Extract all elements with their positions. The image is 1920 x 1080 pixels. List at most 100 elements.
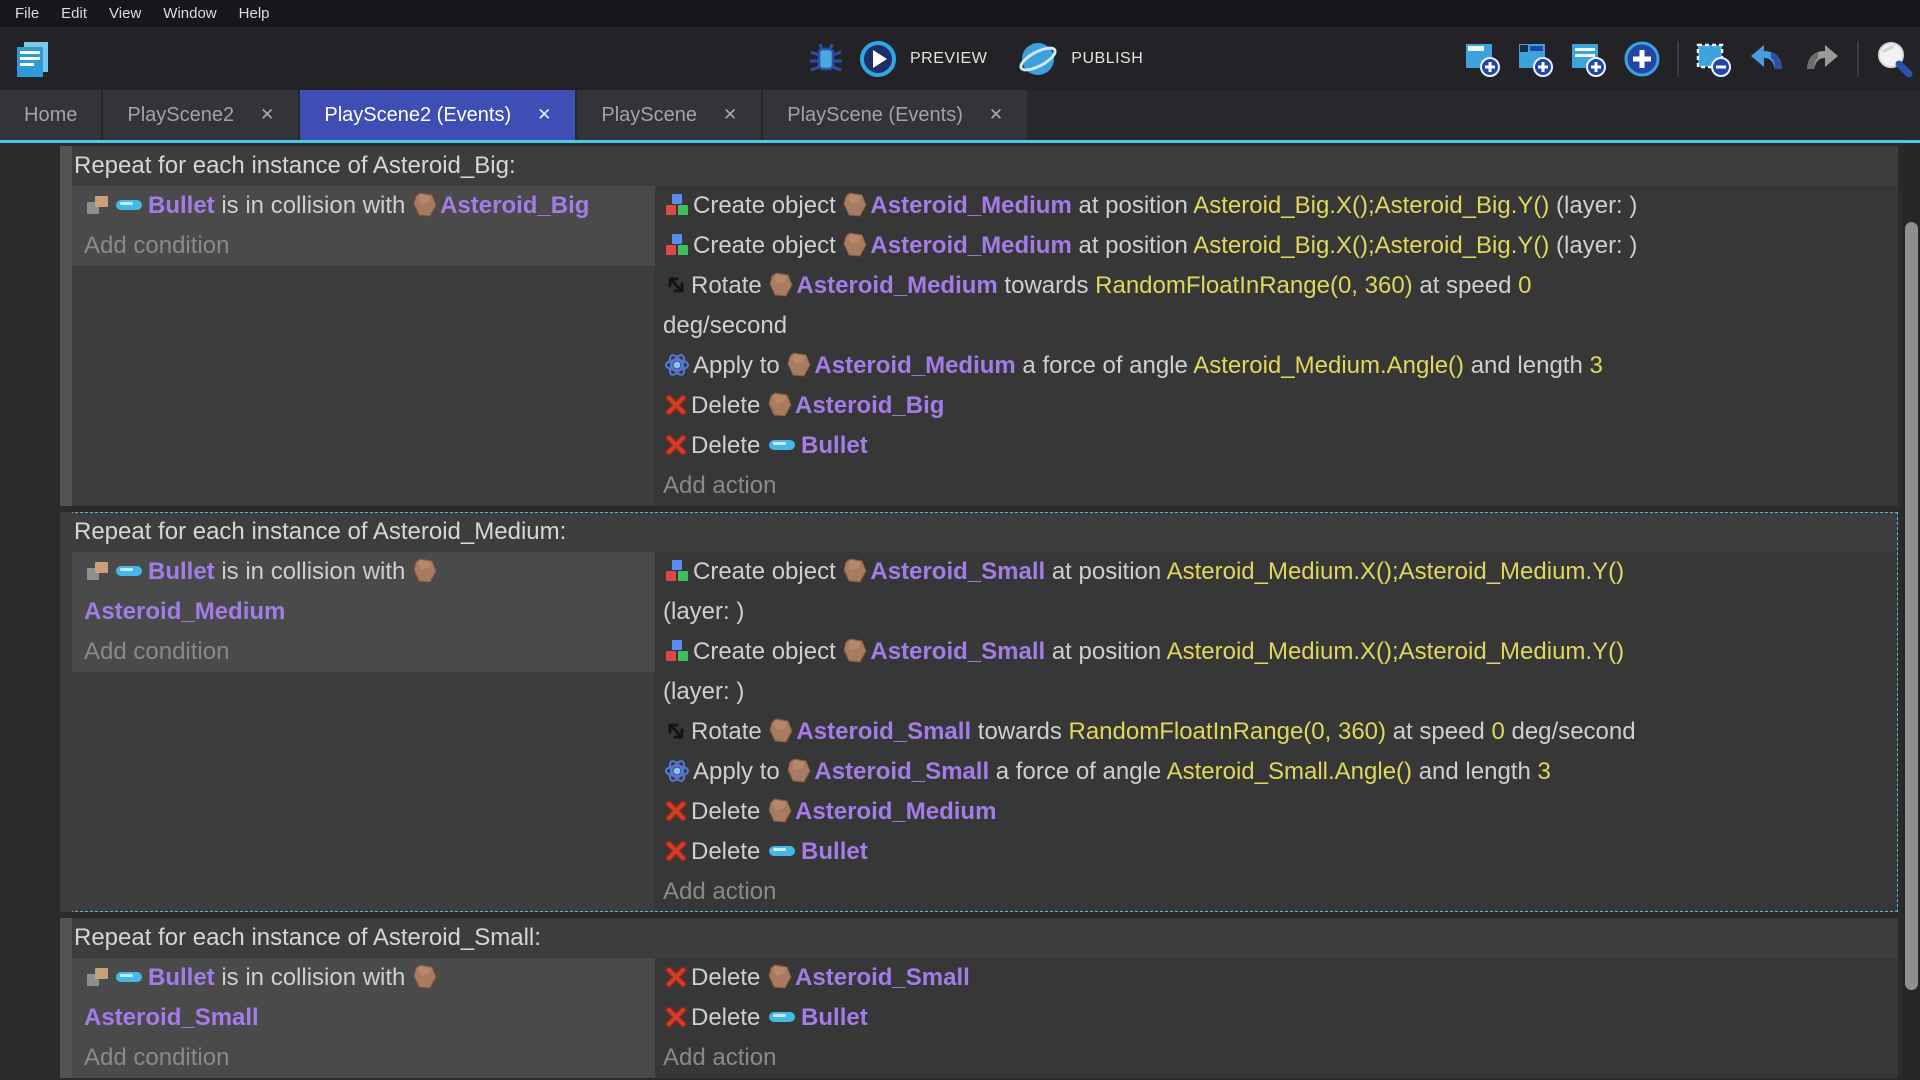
text-segment: Create object xyxy=(693,638,842,665)
tab-close-icon[interactable]: ✕ xyxy=(537,105,551,125)
action-row[interactable]: Create object Asteroid_Small at position… xyxy=(663,552,1898,632)
action-row[interactable]: Rotate Asteroid_Medium towards RandomFlo… xyxy=(663,266,1898,346)
tab-playscene2-events-[interactable]: PlayScene2 (Events)✕ xyxy=(300,90,575,140)
tab-playscene-events-[interactable]: PlayScene (Events)✕ xyxy=(763,90,1027,140)
asteroid-icon xyxy=(769,718,793,744)
add-comment-icon[interactable] xyxy=(1569,40,1607,78)
rotate-icon xyxy=(664,719,688,743)
condition-row[interactable]: Bullet is in collision with Asteroid_Big xyxy=(84,186,655,226)
event-block[interactable]: Repeat for each instance of Asteroid_Big… xyxy=(60,146,1898,506)
undo-icon[interactable] xyxy=(1747,41,1787,77)
create-icon xyxy=(664,232,690,258)
action-row[interactable]: Delete Bullet xyxy=(663,426,1898,466)
add-action-button[interactable]: Add action xyxy=(663,872,1898,912)
text-segment: Bullet xyxy=(148,192,215,219)
text-segment: RandomFloatInRange(0, 360) xyxy=(1095,272,1413,299)
asteroid-icon xyxy=(843,638,867,664)
action-row[interactable]: Delete Asteroid_Medium xyxy=(663,792,1898,832)
event-block[interactable]: Repeat for each instance of Asteroid_Med… xyxy=(60,512,1898,912)
text-segment: Asteroid_Medium xyxy=(870,192,1071,219)
action-row[interactable]: Delete Bullet xyxy=(663,998,1898,1038)
redo-icon[interactable] xyxy=(1802,41,1842,77)
action-row[interactable]: Rotate Asteroid_Small towards RandomFloa… xyxy=(663,712,1898,752)
action-row[interactable]: Create object Asteroid_Medium at positio… xyxy=(663,186,1898,226)
force-icon xyxy=(664,352,690,378)
action-row[interactable]: Delete Bullet xyxy=(663,832,1898,872)
add-condition-button[interactable]: Add condition xyxy=(84,632,655,672)
action-row[interactable]: Create object Asteroid_Small at position… xyxy=(663,632,1898,712)
bullet-icon xyxy=(115,197,145,213)
menu-item-view[interactable]: View xyxy=(98,0,152,27)
add-action-button[interactable]: Add action xyxy=(663,1038,1898,1078)
action-row[interactable]: Delete Asteroid_Big xyxy=(663,386,1898,426)
action-row[interactable]: Apply to Asteroid_Small a force of angle… xyxy=(663,752,1898,792)
asteroid-icon xyxy=(787,352,811,378)
text-segment: Asteroid_Small xyxy=(870,558,1045,585)
event-repeat-header[interactable]: Repeat for each instance of Asteroid_Big… xyxy=(72,146,1898,186)
publish-label[interactable]: PUBLISH xyxy=(1071,50,1143,68)
add-subevent-icon[interactable] xyxy=(1516,40,1554,78)
text-segment: at position xyxy=(1072,192,1193,219)
event-block[interactable]: Repeat for each instance of Asteroid_Sma… xyxy=(60,918,1898,1078)
remove-event-icon[interactable] xyxy=(1694,40,1732,78)
text-segment: Bullet xyxy=(801,432,868,459)
text-segment: Asteroid_Big xyxy=(795,392,944,419)
toolbar-separator xyxy=(1677,41,1679,77)
text-segment: Asteroid_Small xyxy=(84,1004,259,1031)
text-segment: a force of angle xyxy=(989,758,1166,785)
condition-line: Bullet is in collision with Asteroid_Big xyxy=(84,186,655,226)
add-condition-button[interactable]: Add condition xyxy=(84,1038,655,1078)
collision-icon xyxy=(85,193,111,217)
bullet-icon xyxy=(115,969,145,985)
tab-playscene2[interactable]: PlayScene2✕ xyxy=(103,90,298,140)
condition-row[interactable]: Bullet is in collision with Asteroid_Sma… xyxy=(84,958,655,1038)
action-row[interactable]: Apply to Asteroid_Medium a force of angl… xyxy=(663,346,1898,386)
preview-label[interactable]: PREVIEW xyxy=(910,50,987,68)
event-repeat-header[interactable]: Repeat for each instance of Asteroid_Sma… xyxy=(72,918,1898,958)
event-drag-handle[interactable] xyxy=(60,918,72,1078)
collision-icon xyxy=(85,965,111,989)
text-segment: (layer: ) xyxy=(663,678,744,705)
tab-close-icon[interactable]: ✕ xyxy=(723,105,737,125)
event-drag-handle[interactable] xyxy=(60,512,72,912)
conditions-column: Bullet is in collision with Asteroid_Big… xyxy=(72,186,655,506)
vertical-scrollbar xyxy=(1903,143,1920,1080)
action-row[interactable]: Delete Asteroid_Small xyxy=(663,958,1898,998)
event-repeat-header[interactable]: Repeat for each instance of Asteroid_Med… xyxy=(72,512,1898,552)
text-segment: Asteroid_Medium.X();Asteroid_Medium.Y() xyxy=(1167,638,1625,665)
debug-icon[interactable] xyxy=(806,39,846,79)
event-drag-handle[interactable] xyxy=(60,146,72,506)
text-segment: towards xyxy=(998,272,1095,299)
publish-planet-icon[interactable] xyxy=(1017,38,1059,80)
add-event-icon[interactable] xyxy=(1463,40,1501,78)
menu-item-window[interactable]: Window xyxy=(152,0,227,27)
text-segment: at position xyxy=(1045,638,1166,665)
search-icon[interactable] xyxy=(1874,39,1914,79)
text-segment: Bullet xyxy=(148,964,215,991)
add-action-button[interactable]: Add action xyxy=(663,466,1898,506)
scrollbar-thumb[interactable] xyxy=(1905,222,1918,990)
tab-playscene[interactable]: PlayScene✕ xyxy=(577,90,761,140)
condition-line: Bullet is in collision with xyxy=(84,552,655,592)
action-line: Apply to Asteroid_Medium a force of angl… xyxy=(663,346,1898,386)
project-manager-icon[interactable] xyxy=(10,36,56,82)
action-row[interactable]: Create object Asteroid_Medium at positio… xyxy=(663,226,1898,266)
preview-play-icon[interactable] xyxy=(858,39,898,79)
menu-item-file[interactable]: File xyxy=(4,0,50,27)
text-segment: is in collision with xyxy=(215,558,412,585)
add-condition-button[interactable]: Add condition xyxy=(84,226,655,266)
condition-row[interactable]: Bullet is in collision with Asteroid_Med… xyxy=(84,552,655,632)
text-segment: deg/second xyxy=(1505,718,1636,745)
text-segment: Asteroid_Big.X();Asteroid_Big.Y() xyxy=(1193,192,1549,219)
add-circle-icon[interactable] xyxy=(1622,39,1662,79)
action-line: Create object Asteroid_Small at position… xyxy=(663,632,1898,672)
tab-close-icon[interactable]: ✕ xyxy=(260,105,274,125)
menu-item-help[interactable]: Help xyxy=(228,0,281,27)
action-line: deg/second xyxy=(663,306,1898,346)
text-segment: Create object xyxy=(693,558,842,585)
tab-close-icon[interactable]: ✕ xyxy=(989,105,1003,125)
delete-icon xyxy=(664,433,688,457)
tab-home[interactable]: Home xyxy=(0,90,101,140)
text-segment: Asteroid_Small xyxy=(814,758,989,785)
menu-item-edit[interactable]: Edit xyxy=(50,0,98,27)
